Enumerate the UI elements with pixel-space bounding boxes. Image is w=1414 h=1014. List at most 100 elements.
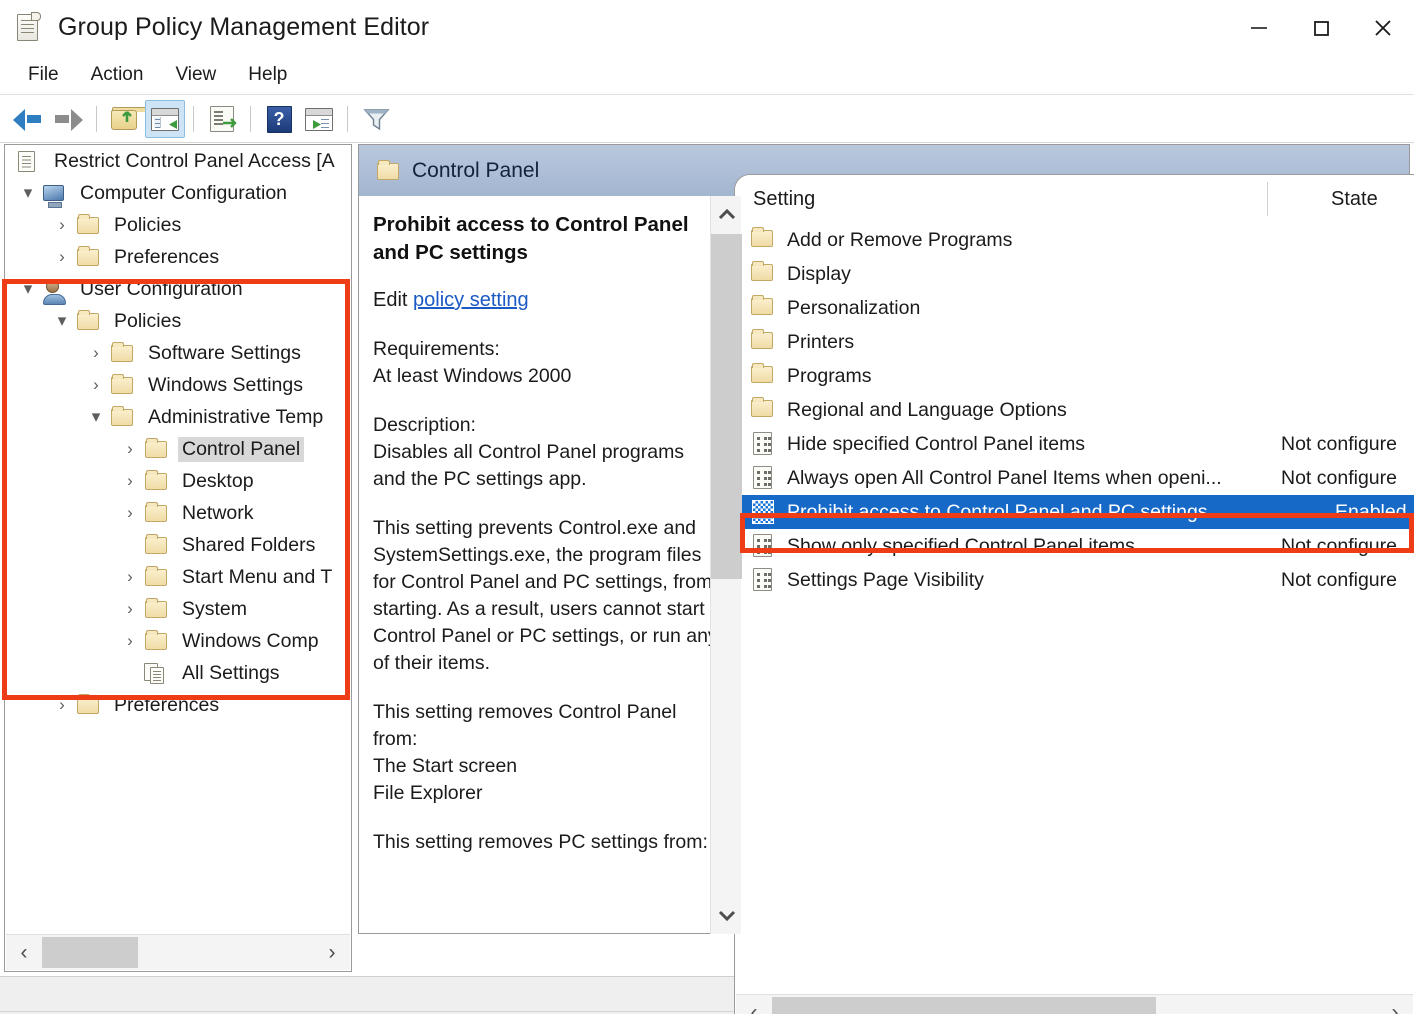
list-item[interactable]: Regional and Language Options [735, 393, 1414, 427]
chevron-right-icon[interactable]: › [117, 599, 143, 619]
folder-icon [143, 534, 170, 556]
close-button[interactable] [1352, 0, 1414, 55]
sidebar-item-administrative-templates[interactable]: ▾ Administrative Temp [5, 401, 351, 433]
chevron-right-icon[interactable]: › [117, 471, 143, 491]
chevron-right-icon[interactable]: › [83, 343, 109, 363]
tree-item-label: Administrative Temp [148, 405, 324, 428]
all-settings-icon [143, 662, 170, 684]
scroll-track[interactable] [42, 936, 314, 970]
scroll-down-icon[interactable] [711, 896, 742, 934]
column-header-setting[interactable]: Setting [753, 188, 815, 211]
menu-action[interactable]: Action [77, 61, 158, 89]
description-vertical-scrollbar[interactable] [710, 196, 742, 934]
sidebar-item-user-preferences[interactable]: › Preferences [5, 689, 351, 721]
sidebar-item-all-settings[interactable]: All Settings [5, 657, 351, 689]
description-paragraph-1: Disables all Control Panel programs and … [373, 441, 685, 490]
settings-list-rows[interactable]: Add or Remove Programs Display Personali… [735, 223, 1414, 990]
back-arrow-icon[interactable] [8, 100, 48, 138]
list-item-selected[interactable]: Prohibit access to Control Panel and PC … [735, 495, 1414, 529]
list-item[interactable]: Programs [735, 359, 1414, 393]
chevron-right-icon[interactable]: › [117, 439, 143, 459]
forward-arrow-icon[interactable] [48, 100, 88, 138]
sidebar-item-network[interactable]: › Network [5, 497, 351, 529]
tree-item-label: Network [182, 501, 254, 524]
help-icon[interactable]: ? [259, 100, 299, 138]
requirements-value: At least Windows 2000 [373, 365, 572, 387]
menu-file[interactable]: File [14, 61, 73, 89]
menu-view[interactable]: View [161, 61, 230, 89]
window-title: Group Policy Management Editor [58, 13, 430, 41]
chevron-down-icon[interactable]: ▾ [15, 183, 41, 203]
folder-icon [375, 159, 402, 182]
folder-icon [109, 406, 136, 428]
show-hide-console-tree-icon[interactable] [145, 100, 185, 138]
sidebar-item-user-configuration[interactable]: ▾ User Configuration [5, 273, 351, 305]
folder-icon [109, 374, 136, 396]
chevron-right-icon[interactable]: › [117, 631, 143, 651]
list-item[interactable]: Show only specified Control Panel items … [735, 529, 1414, 563]
scroll-right-icon[interactable]: › [314, 936, 350, 970]
sidebar-item-computer-preferences[interactable]: › Preferences [5, 241, 351, 273]
sidebar-item-computer-policies[interactable]: › Policies [5, 209, 351, 241]
scroll-left-icon[interactable]: ‹ [6, 936, 42, 970]
policy-setting-link[interactable]: policy setting [413, 289, 529, 311]
tree-root-item[interactable]: Restrict Control Panel Access [A [5, 145, 351, 177]
minimize-button[interactable] [1228, 0, 1290, 55]
menu-help[interactable]: Help [234, 61, 301, 89]
sidebar-item-windows-components[interactable]: › Windows Comp [5, 625, 351, 657]
settings-list-horizontal-scrollbar[interactable]: ‹ › [736, 994, 1413, 1014]
show-action-pane-icon[interactable] [299, 100, 339, 138]
folder-icon [749, 295, 779, 321]
sidebar-item-windows-settings[interactable]: › Windows Settings [5, 369, 351, 401]
console-tree[interactable]: Restrict Control Panel Access [A ▾ Compu… [5, 145, 351, 929]
list-item[interactable]: Always open All Control Panel Items when… [735, 461, 1414, 495]
sidebar-item-desktop[interactable]: › Desktop [5, 465, 351, 497]
chevron-right-icon[interactable]: › [49, 695, 75, 715]
tree-item-label: Desktop [182, 469, 254, 492]
scroll-track[interactable] [772, 996, 1377, 1014]
description-paragraph-2: This setting prevents Control.exe and Sy… [373, 517, 718, 674]
toolbar: ? [0, 96, 1414, 143]
setting-name: Add or Remove Programs [787, 228, 1013, 251]
chevron-right-icon[interactable]: › [83, 375, 109, 395]
scroll-up-icon[interactable] [711, 196, 742, 234]
list-item[interactable]: Add or Remove Programs [735, 223, 1414, 257]
up-folder-icon[interactable] [105, 100, 150, 138]
column-header-state[interactable]: State [1331, 188, 1378, 211]
policy-description-content: Prohibit access to Control Panel and PC … [359, 197, 742, 933]
list-item[interactable]: Personalization [735, 291, 1414, 325]
chevron-right-icon[interactable]: › [117, 503, 143, 523]
chevron-right-icon[interactable]: › [49, 247, 75, 267]
sidebar-item-software-settings[interactable]: › Software Settings [5, 337, 351, 369]
details-header-title: Control Panel [412, 158, 540, 182]
column-divider[interactable] [1267, 182, 1268, 216]
chevron-down-icon[interactable]: ▾ [83, 407, 109, 427]
sidebar-item-system[interactable]: › System [5, 593, 351, 625]
list-item[interactable]: Settings Page Visibility Not configure [735, 563, 1414, 597]
toolbar-separator [193, 106, 194, 132]
setting-state: Enabled [1335, 500, 1407, 523]
chevron-right-icon[interactable]: › [117, 567, 143, 587]
chevron-down-icon[interactable]: ▾ [49, 311, 75, 331]
list-item[interactable]: Display [735, 257, 1414, 291]
sidebar-item-user-policies[interactable]: ▾ Policies [5, 305, 351, 337]
export-list-icon[interactable] [202, 100, 242, 138]
sidebar-item-shared-folders[interactable]: Shared Folders [5, 529, 351, 561]
scroll-thumb[interactable] [42, 936, 138, 968]
list-item[interactable]: Printers [735, 325, 1414, 359]
list-item[interactable]: Hide specified Control Panel items Not c… [735, 427, 1414, 461]
chevron-right-icon[interactable]: › [49, 215, 75, 235]
tree-horizontal-scrollbar[interactable]: ‹ › [6, 934, 350, 970]
setting-state: Not configure [1281, 534, 1397, 557]
chevron-down-icon[interactable]: ▾ [15, 279, 41, 299]
sidebar-item-computer-configuration[interactable]: ▾ Computer Configuration [5, 177, 351, 209]
sidebar-item-control-panel[interactable]: › Control Panel [5, 433, 351, 465]
scroll-right-icon[interactable]: › [1377, 996, 1413, 1014]
scroll-thumb[interactable] [772, 996, 1156, 1014]
scroll-left-icon[interactable]: ‹ [736, 996, 772, 1014]
sidebar-item-start-menu-and-taskbar[interactable]: › Start Menu and T [5, 561, 351, 593]
maximize-button[interactable] [1290, 0, 1352, 55]
filter-icon[interactable] [356, 100, 396, 138]
scroll-thumb[interactable] [711, 234, 742, 579]
folder-icon [143, 470, 170, 492]
